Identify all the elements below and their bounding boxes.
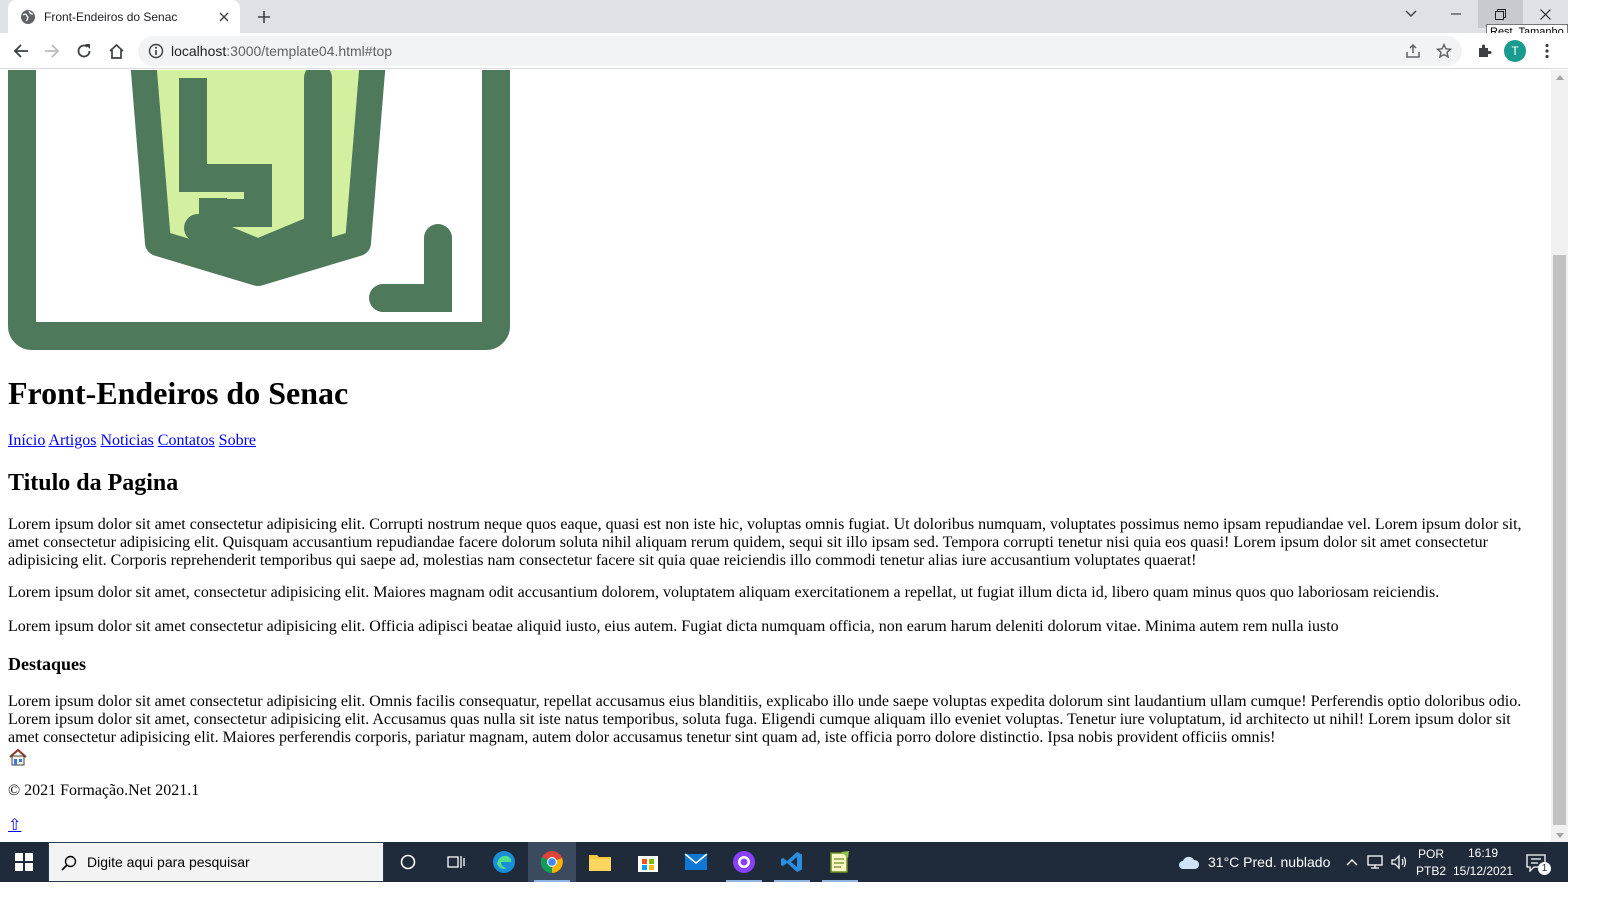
search-placeholder: Digite aqui para pesquisar bbox=[87, 854, 250, 870]
github-desktop-icon[interactable] bbox=[720, 842, 768, 882]
close-tab-icon[interactable] bbox=[216, 9, 232, 25]
browser-toolbar: localhost:3000/template04.html#top T bbox=[0, 33, 1568, 69]
menu-kebab-icon[interactable] bbox=[1533, 37, 1561, 65]
home-icon[interactable] bbox=[8, 748, 28, 766]
paragraph-2: Lorem ipsum dolor sit amet, consectetur … bbox=[8, 584, 1440, 601]
page-scrollbar[interactable] bbox=[1551, 70, 1568, 842]
reload-button[interactable] bbox=[70, 37, 98, 65]
network-icon[interactable] bbox=[1367, 854, 1385, 870]
weather-text[interactable]: 31°C Pred. nublado bbox=[1208, 854, 1330, 870]
language-code[interactable]: POR bbox=[1418, 847, 1444, 861]
scroll-down-arrow-icon[interactable] bbox=[1551, 828, 1568, 842]
keyboard-layout[interactable]: PTB2 bbox=[1416, 864, 1446, 878]
back-button[interactable] bbox=[7, 37, 35, 65]
share-icon[interactable] bbox=[1405, 43, 1421, 59]
globe-icon bbox=[21, 9, 35, 24]
search-icon bbox=[61, 855, 77, 871]
windows-start-icon[interactable] bbox=[0, 842, 48, 882]
bookmark-star-icon[interactable] bbox=[1436, 43, 1452, 59]
url-text: localhost:3000/template04.html#top bbox=[171, 43, 393, 59]
highlights-heading: Destaques bbox=[8, 654, 87, 674]
forward-button[interactable] bbox=[38, 37, 66, 65]
windows-taskbar: Digite aqui para pesquisar 31°C Pred. nu… bbox=[0, 842, 1568, 882]
tab-search-icon[interactable] bbox=[1388, 0, 1433, 28]
nav-link-artigos[interactable]: Artigos bbox=[48, 432, 96, 449]
highlights-paragraph: Lorem ipsum dolor sit amet consectetur a… bbox=[8, 693, 1522, 746]
notification-count-badge: 1 bbox=[1538, 862, 1551, 875]
extensions-icon[interactable] bbox=[1470, 37, 1498, 65]
file-explorer-icon[interactable] bbox=[576, 842, 624, 882]
microsoft-store-icon[interactable] bbox=[624, 842, 672, 882]
chrome-icon[interactable] bbox=[528, 842, 576, 882]
tab-strip: Front-Endeiros do Senac bbox=[0, 0, 1568, 33]
nav-link-sobre[interactable]: Sobre bbox=[219, 432, 256, 449]
mail-icon[interactable] bbox=[672, 842, 720, 882]
clock-date[interactable]: 15/12/2021 bbox=[1453, 864, 1513, 878]
profile-avatar[interactable]: T bbox=[1504, 40, 1526, 62]
notifications-button[interactable]: 1 bbox=[1522, 850, 1551, 876]
scroll-up-arrow-icon[interactable] bbox=[1551, 70, 1568, 84]
minimize-button[interactable] bbox=[1433, 0, 1478, 28]
main-nav: Início Artigos Noticias Contatos Sobre bbox=[8, 432, 256, 450]
cloud-icon[interactable] bbox=[1178, 854, 1200, 870]
edge-browser-icon[interactable] bbox=[480, 842, 528, 882]
nav-link-inicio[interactable]: Início bbox=[8, 432, 45, 449]
page-title: Titulo da Pagina bbox=[8, 470, 179, 496]
browser-tab[interactable]: Front-Endeiros do Senac bbox=[8, 0, 240, 33]
back-to-top-link[interactable]: ⇧ bbox=[8, 815, 21, 835]
taskbar-search-box[interactable]: Digite aqui para pesquisar bbox=[48, 842, 384, 882]
site-title: Front-Endeiros do Senac bbox=[8, 375, 349, 411]
nav-link-noticias[interactable]: Noticias bbox=[100, 432, 153, 449]
css3-logo-image bbox=[8, 70, 510, 350]
scroll-thumb[interactable] bbox=[1553, 255, 1566, 825]
tab-title: Front-Endeiros do Senac bbox=[44, 9, 178, 24]
cortana-icon[interactable] bbox=[384, 842, 432, 882]
info-icon[interactable] bbox=[148, 43, 164, 59]
home-button[interactable] bbox=[102, 37, 130, 65]
vscode-icon[interactable] bbox=[768, 842, 816, 882]
notepad-plus-icon[interactable] bbox=[816, 842, 864, 882]
new-tab-button[interactable] bbox=[252, 5, 276, 29]
task-view-icon[interactable] bbox=[432, 842, 480, 882]
volume-icon[interactable] bbox=[1390, 854, 1408, 870]
footer-copyright: © 2021 Formação.Net 2021.1 bbox=[8, 782, 200, 799]
paragraph-1: Lorem ipsum dolor sit amet consectetur a… bbox=[8, 516, 1522, 569]
paragraph-3: Lorem ipsum dolor sit amet consectetur a… bbox=[8, 618, 1339, 635]
tray-chevron-up-icon[interactable] bbox=[1346, 858, 1358, 866]
nav-link-contatos[interactable]: Contatos bbox=[158, 432, 215, 449]
clock-time[interactable]: 16:19 bbox=[1468, 846, 1498, 860]
address-bar[interactable]: localhost:3000/template04.html#top bbox=[138, 36, 1462, 66]
page-viewport: Front-Endeiros do Senac Início Artigos N… bbox=[0, 70, 1551, 842]
